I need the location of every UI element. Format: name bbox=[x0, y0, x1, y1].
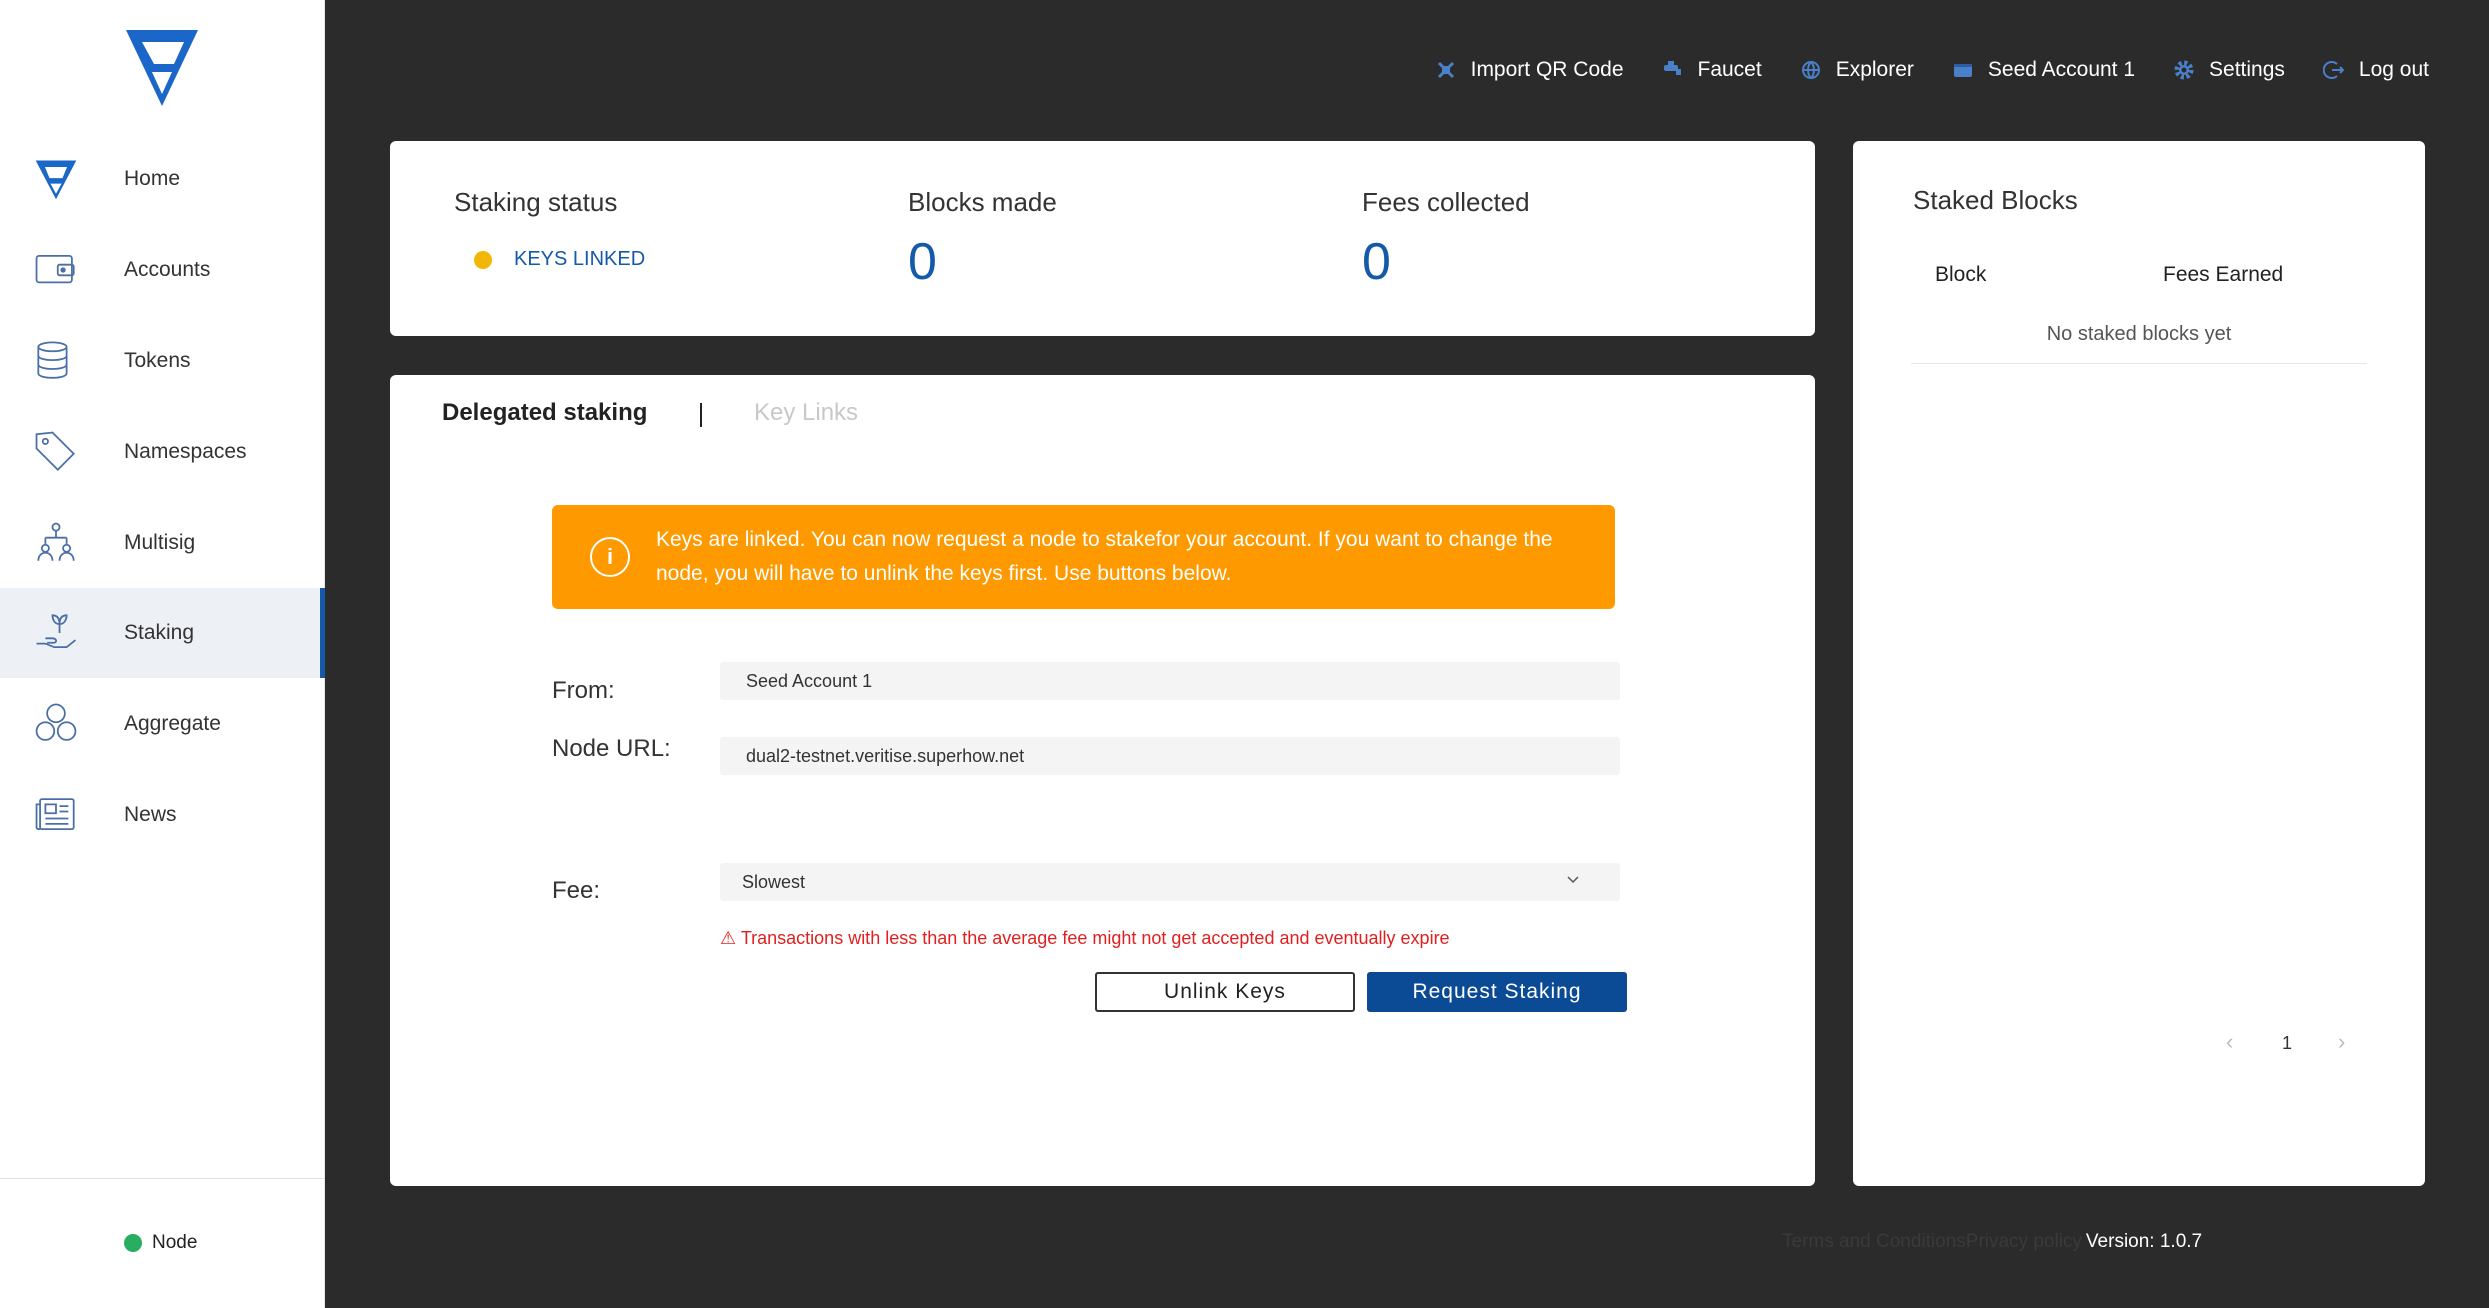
info-alert: i Keys are linked. You can now request a… bbox=[552, 505, 1615, 609]
info-icon: i bbox=[590, 537, 630, 577]
qr-icon bbox=[1437, 61, 1454, 79]
aggregate-icon bbox=[30, 698, 82, 750]
import-qr-label: Import QR Code bbox=[1470, 58, 1624, 81]
home-logo-icon bbox=[30, 153, 82, 205]
coins-icon bbox=[30, 335, 82, 387]
fees-collected-section: Fees collected 0 bbox=[1362, 187, 1530, 292]
blocks-made-section: Blocks made 0 bbox=[908, 187, 1057, 292]
logout-icon bbox=[2322, 61, 2345, 79]
tag-icon bbox=[30, 426, 82, 478]
terms-link[interactable]: Terms and Conditions bbox=[1782, 1231, 1966, 1253]
column-header-fees-earned[interactable]: Fees Earned bbox=[2163, 263, 2283, 287]
staked-blocks-card: Staked Blocks Block Fees Earned No stake… bbox=[1853, 141, 2425, 1186]
blocks-made-title: Blocks made bbox=[908, 187, 1057, 217]
tab-key-links[interactable]: Key Links bbox=[754, 399, 858, 427]
settings-button[interactable]: Settings bbox=[2173, 58, 2285, 82]
gear-icon bbox=[2174, 60, 2194, 80]
sidebar-item-label: Aggregate bbox=[124, 712, 221, 735]
table-divider bbox=[1911, 363, 2367, 364]
version-text: Version: 1.0.7 bbox=[2085, 1231, 2203, 1252]
status-dot bbox=[474, 250, 492, 269]
sidebar-item-label: Staking bbox=[124, 621, 195, 644]
faucet-button[interactable]: Faucet bbox=[1662, 58, 1762, 82]
node-status-dot bbox=[124, 1234, 142, 1252]
chevron-down-icon bbox=[1567, 876, 1579, 884]
blocks-made-value: 0 bbox=[908, 233, 937, 291]
sidebar-item-label: Accounts bbox=[124, 258, 211, 281]
empty-state-text: No staked blocks yet bbox=[2046, 323, 2232, 345]
fees-collected-title: Fees collected bbox=[1362, 187, 1530, 217]
sidebar-item-label: Home bbox=[124, 167, 181, 190]
staking-status-section: Staking status KEYS LINKED bbox=[454, 187, 645, 271]
from-field[interactable]: Seed Account 1 bbox=[720, 662, 1620, 700]
unlink-keys-button[interactable]: Unlink Keys bbox=[1095, 972, 1355, 1012]
globe-icon bbox=[1801, 61, 1820, 79]
staking-icon bbox=[30, 607, 82, 659]
import-qr-button[interactable]: Import QR Code bbox=[1435, 58, 1624, 82]
brand-logo-icon[interactable] bbox=[124, 28, 200, 108]
explorer-button[interactable]: Explorer bbox=[1800, 58, 1914, 82]
node-label: Node bbox=[152, 1232, 198, 1253]
node-status[interactable]: Node bbox=[124, 1232, 197, 1254]
fee-warning: ⚠ Transactions with less than the averag… bbox=[720, 928, 1450, 948]
sidebar-item-tokens[interactable]: Tokens bbox=[0, 316, 325, 406]
account-button[interactable]: Seed Account 1 bbox=[1952, 58, 2135, 82]
tab-delegated-staking[interactable]: Delegated staking bbox=[442, 399, 647, 427]
fee-select-value: Slowest bbox=[742, 871, 806, 892]
explorer-label: Explorer bbox=[1835, 58, 1914, 81]
from-label: From: bbox=[552, 677, 615, 704]
alert-text: Keys are linked. You can now request a n… bbox=[656, 528, 1553, 585]
sidebar-item-aggregate[interactable]: Aggregate bbox=[0, 679, 325, 769]
node-url-label: Node URL: bbox=[552, 735, 671, 762]
fees-collected-value: 0 bbox=[1362, 233, 1391, 291]
staking-status-title: Staking status bbox=[454, 187, 618, 217]
fee-label: Fee: bbox=[552, 877, 601, 904]
sidebar-item-multisig[interactable]: Multisig bbox=[0, 498, 325, 588]
sidebar-divider bbox=[0, 1178, 325, 1179]
sidebar-item-staking[interactable]: Staking bbox=[0, 588, 325, 678]
faucet-label: Faucet bbox=[1697, 58, 1762, 81]
settings-label: Settings bbox=[2209, 58, 2285, 81]
fee-select[interactable]: Slowest bbox=[720, 863, 1620, 901]
sidebar-item-label: Tokens bbox=[124, 349, 191, 372]
pagination-next-button[interactable]: › bbox=[2338, 1029, 2345, 1055]
news-icon bbox=[30, 789, 82, 841]
pagination-prev-button[interactable]: ‹ bbox=[2226, 1029, 2233, 1055]
sidebar-item-home[interactable]: Home bbox=[0, 134, 325, 224]
top-bar: Import QR Code Faucet Explorer Seed Acco… bbox=[1435, 58, 2429, 82]
sidebar-item-namespaces[interactable]: Namespaces bbox=[0, 407, 325, 497]
privacy-link[interactable]: Privacy policy bbox=[1966, 1231, 2082, 1253]
sidebar-item-label: Multisig bbox=[124, 531, 196, 554]
account-label: Seed Account 1 bbox=[1987, 58, 2136, 81]
footer: Terms and Conditions Privacy policy Vers… bbox=[1782, 1231, 2202, 1253]
wallet-icon bbox=[1953, 64, 1972, 77]
request-staking-button[interactable]: Request Staking bbox=[1367, 972, 1627, 1012]
staked-blocks-title: Staked Blocks bbox=[1913, 185, 2078, 215]
sidebar-item-label: News bbox=[124, 803, 177, 826]
sidebar-item-news[interactable]: News bbox=[0, 770, 325, 860]
sidebar: Home Accounts Tokens Namespaces Multisig… bbox=[0, 0, 325, 1308]
logout-label: Log out bbox=[2358, 58, 2429, 81]
sidebar-item-accounts[interactable]: Accounts bbox=[0, 225, 325, 315]
node-url-field[interactable]: dual2-testnet.veritise.superhow.net bbox=[720, 737, 1620, 775]
wallet-icon bbox=[30, 244, 82, 296]
faucet-icon bbox=[1663, 61, 1681, 75]
multisig-icon bbox=[30, 517, 82, 569]
staking-status-card: Staking status KEYS LINKED Blocks made 0… bbox=[390, 141, 1815, 336]
keys-linked-status: KEYS LINKED bbox=[454, 248, 645, 271]
staking-status-value: KEYS LINKED bbox=[514, 248, 646, 270]
tab-separator bbox=[700, 403, 702, 427]
sidebar-item-label: Namespaces bbox=[124, 440, 247, 463]
logout-button[interactable]: Log out bbox=[2322, 58, 2429, 82]
pagination-page-1[interactable]: 1 bbox=[2282, 1033, 2292, 1054]
delegated-staking-card: Delegated staking Key Links i Keys are l… bbox=[390, 375, 1815, 1186]
column-header-block[interactable]: Block bbox=[1935, 263, 1986, 287]
